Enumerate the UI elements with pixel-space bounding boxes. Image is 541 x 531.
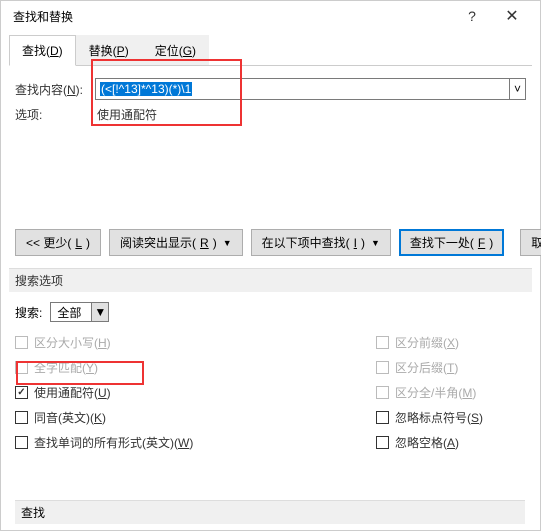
checkbox-label: 区分前缀(X) xyxy=(395,334,459,351)
search-direction-label: 搜索: xyxy=(15,304,42,321)
find-in-button[interactable]: 在以下项中查找(I)▼ xyxy=(251,229,391,256)
tab-strip: 查找(D) 替换(P) 定位(G) xyxy=(9,35,532,66)
checkbox-label: 区分大小写(H) xyxy=(34,334,111,351)
titlebar: 查找和替换 ? ✕ xyxy=(1,1,540,31)
tab-find[interactable]: 查找(D) xyxy=(9,35,76,66)
checkbox-label: 忽略空格(A) xyxy=(395,434,459,451)
checkbox-box xyxy=(15,386,28,399)
find-dropdown-button[interactable]: ˅ xyxy=(510,78,526,100)
checkbox-label: 区分全/半角(M) xyxy=(395,384,476,401)
checkbox-box xyxy=(15,436,28,449)
tab-goto[interactable]: 定位(G) xyxy=(142,35,209,65)
find-value: (<[!^13]*^13)(*)\1 xyxy=(100,82,192,96)
checkbox-box xyxy=(15,361,28,374)
dialog-title: 查找和替换 xyxy=(9,8,452,25)
checkbox-right-4[interactable]: 忽略空格(A) xyxy=(376,434,526,451)
checkbox-box xyxy=(15,336,28,349)
chevron-down-icon: ▼ xyxy=(94,305,106,319)
checkbox-left-2[interactable]: 使用通配符(U) xyxy=(15,384,376,401)
checkbox-left-4[interactable]: 查找单词的所有形式(英文)(W) xyxy=(15,434,376,451)
checkbox-box xyxy=(15,411,28,424)
help-button[interactable]: ? xyxy=(452,2,492,30)
checkbox-right-2: 区分全/半角(M) xyxy=(376,384,526,401)
find-input[interactable]: (<[!^13]*^13)(*)\1 xyxy=(95,78,510,100)
checkbox-right-0: 区分前缀(X) xyxy=(376,334,526,351)
checkbox-box xyxy=(376,386,389,399)
checkbox-box xyxy=(376,436,389,449)
checkbox-left-0: 区分大小写(H) xyxy=(15,334,376,351)
find-label: 查找内容(N): xyxy=(15,81,95,98)
checkbox-right-3[interactable]: 忽略标点符号(S) xyxy=(376,409,526,426)
tab-replace[interactable]: 替换(P) xyxy=(76,35,142,65)
reading-highlight-button[interactable]: 阅读突出显示(R)▼ xyxy=(109,229,243,256)
find-section-label: 查找 xyxy=(15,500,525,524)
checkbox-label: 同音(英文)(K) xyxy=(34,409,106,426)
checkbox-left-3[interactable]: 同音(英文)(K) xyxy=(15,409,376,426)
close-button[interactable]: ✕ xyxy=(492,2,532,30)
checkbox-label: 全字匹配(Y) xyxy=(34,359,98,376)
find-next-button[interactable]: 查找下一处(F) xyxy=(399,229,504,256)
search-direction-select[interactable]: 全部 xyxy=(50,302,92,322)
checkbox-label: 区分后缀(T) xyxy=(395,359,458,376)
chevron-down-icon: ▼ xyxy=(371,238,380,248)
chevron-down-icon: ˅ xyxy=(514,82,521,96)
less-button[interactable]: << 更少(L) xyxy=(15,229,101,256)
chevron-down-icon: ▼ xyxy=(223,238,232,248)
checkbox-box xyxy=(376,361,389,374)
checkbox-label: 使用通配符(U) xyxy=(34,384,111,401)
checkbox-box xyxy=(376,411,389,424)
checkbox-label: 查找单词的所有形式(英文)(W) xyxy=(34,434,193,451)
cancel-button[interactable]: 取消 xyxy=(520,229,541,256)
checkbox-left-1: 全字匹配(Y) xyxy=(15,359,376,376)
checkbox-box xyxy=(376,336,389,349)
search-direction-dropdown[interactable]: ▼ xyxy=(92,302,109,322)
checkbox-right-1: 区分后缀(T) xyxy=(376,359,526,376)
checkbox-label: 忽略标点符号(S) xyxy=(395,409,483,426)
search-options-header: 搜索选项 xyxy=(9,268,532,292)
options-value: 使用通配符 xyxy=(95,106,157,123)
options-label: 选项: xyxy=(15,106,95,123)
